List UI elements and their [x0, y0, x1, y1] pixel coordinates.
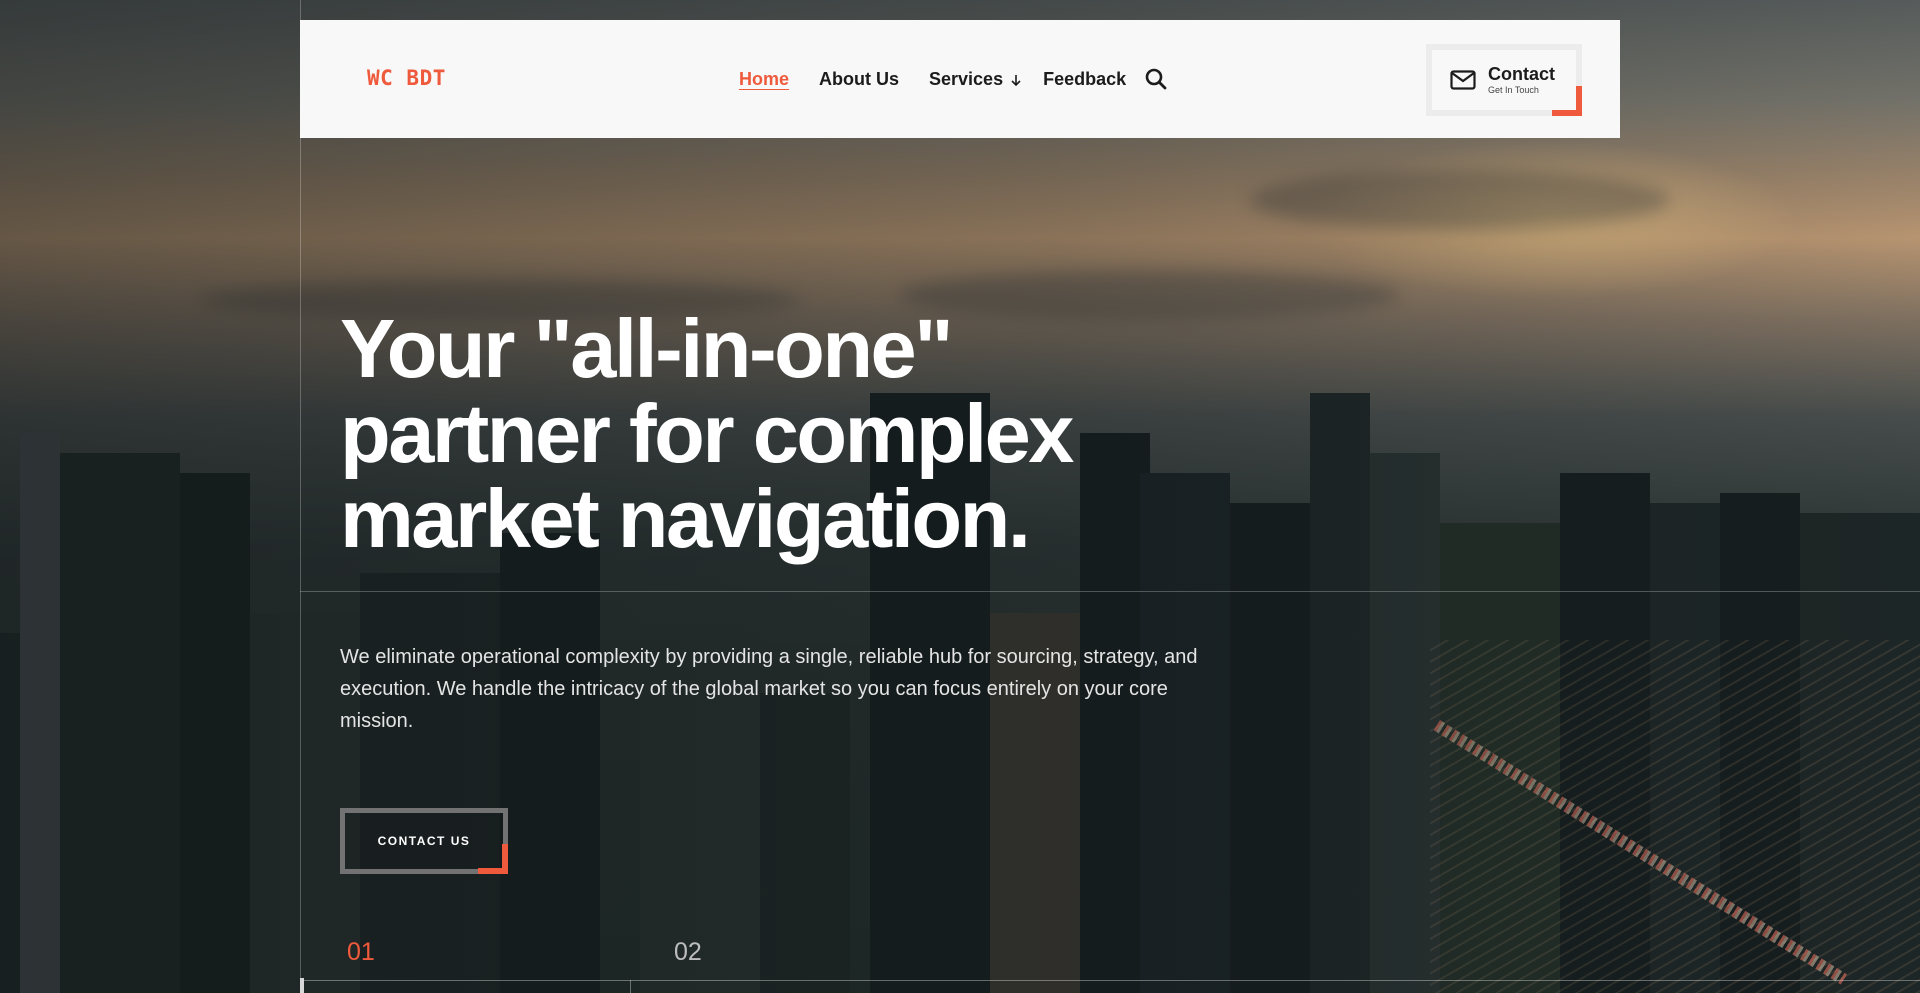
accent-corner: [1552, 86, 1582, 116]
contact-button-inner[interactable]: Contact Get In Touch: [1432, 50, 1582, 116]
frame-divider: [300, 591, 1920, 592]
slide-indicator-2[interactable]: 02: [674, 938, 702, 967]
hero-heading: Your "all-in-one" partner for complex ma…: [340, 306, 1140, 561]
nav-home-link[interactable]: Home: [739, 69, 789, 90]
nav-services-dropdown[interactable]: Services: [929, 69, 1023, 90]
search-icon[interactable]: [1144, 67, 1168, 91]
chevron-down-icon: [1011, 74, 1021, 86]
contact-us-button[interactable]: CONTACT US: [340, 808, 508, 874]
hero-description: We eliminate operational complexity by p…: [340, 646, 1198, 732]
slider-progress-fill: [300, 978, 304, 993]
slide-indicator-1[interactable]: 01: [347, 938, 375, 967]
hero-heading-line-3: market navigation.: [340, 472, 1031, 565]
frame-line-left: [300, 0, 301, 993]
contact-button[interactable]: Contact Get In Touch: [1426, 44, 1582, 116]
accent-corner: [478, 844, 508, 874]
nav-feedback-link[interactable]: Feedback: [1043, 69, 1126, 90]
slider-progress-track: [300, 980, 1920, 981]
nav-about-link[interactable]: About Us: [819, 69, 899, 90]
contact-subtitle: Get In Touch: [1488, 85, 1539, 95]
contact-title: Contact: [1488, 64, 1555, 84]
hero-heading-line-1: Your "all-in-one": [340, 302, 954, 395]
site-header: WC BDT Home About Us Services Feedback C…: [300, 20, 1620, 138]
hero-heading-line-2: partner for complex: [340, 387, 1074, 480]
contact-us-button-label: CONTACT US: [377, 834, 471, 848]
brand-logo[interactable]: WC BDT: [367, 66, 446, 90]
main-nav: Home About Us Services Feedback: [739, 69, 1156, 90]
nav-services-link[interactable]: Services: [929, 69, 1003, 90]
slider-progress-divider: [630, 980, 631, 993]
mail-icon: [1450, 70, 1476, 90]
